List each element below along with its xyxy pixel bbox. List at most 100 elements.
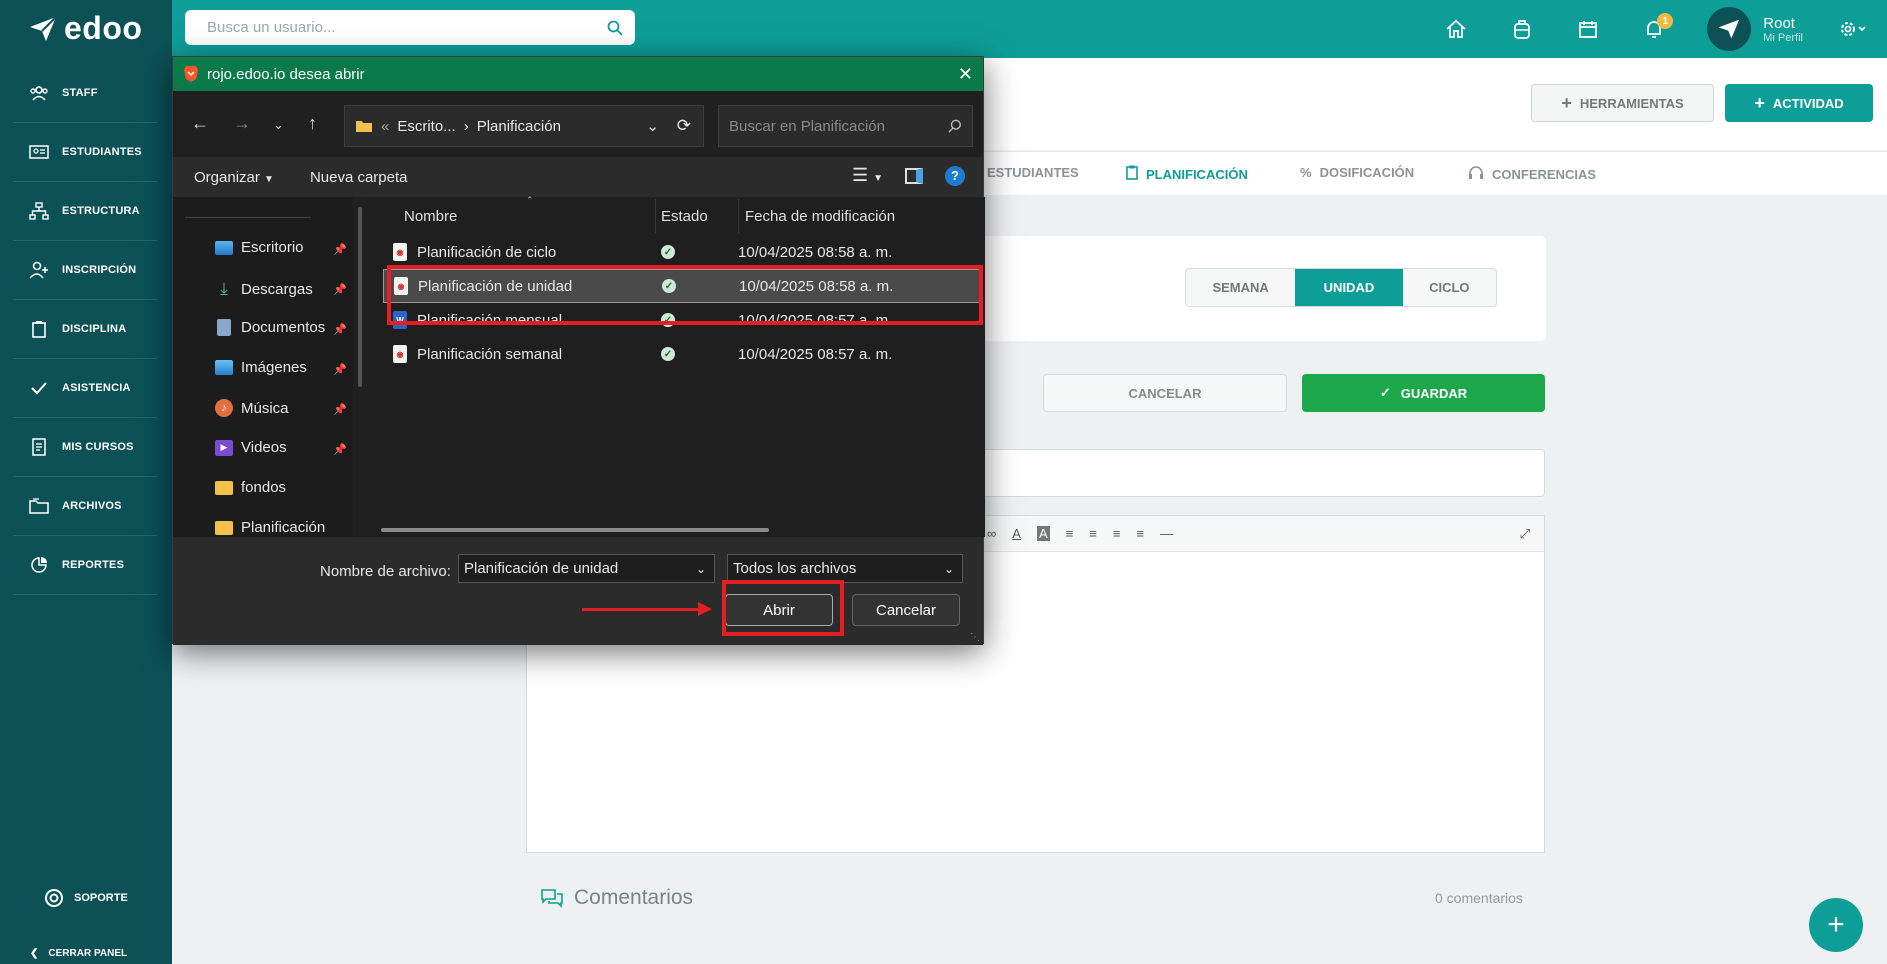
tab-planificacion[interactable]: PLANIFICACIÓN — [1126, 165, 1248, 183]
nav-fondos[interactable]: fondos — [215, 479, 350, 496]
forward-arrow-icon[interactable]: → — [233, 113, 251, 134]
column-state[interactable]: Estado — [661, 197, 708, 235]
chevron-down-icon[interactable]: ⌄ — [273, 117, 284, 133]
horizontal-rule-icon[interactable]: — — [1160, 526, 1173, 541]
pin-icon[interactable]: 📌 — [333, 363, 347, 376]
segment-ciclo[interactable]: CICLO — [1403, 269, 1496, 306]
settings-button[interactable] — [1833, 20, 1873, 38]
tab-label: PLANIFICACIÓN — [1146, 166, 1248, 182]
sidebar-item-estudiantes[interactable]: ESTUDIANTES — [13, 123, 157, 182]
nav-documentos[interactable]: Documentos — [215, 319, 350, 336]
sidebar: edoo STAFF ESTUDIANTES ESTRUCTURA INSCRI… — [0, 0, 172, 964]
align-right-icon[interactable]: ≡ — [1113, 526, 1121, 541]
help-icon[interactable]: ? — [945, 165, 965, 186]
collapse-panel-button[interactable]: ❮ CERRAR PANEL — [30, 948, 127, 959]
segment-unidad[interactable]: UNIDAD — [1295, 269, 1403, 306]
nav-videos[interactable]: ▶ Videos — [215, 439, 350, 456]
calendar-button[interactable] — [1555, 19, 1621, 39]
tab-estudiantes[interactable]: ESTUDIANTES — [987, 165, 1079, 180]
floating-add-button[interactable]: + — [1809, 898, 1863, 952]
sidebar-item-disciplina[interactable]: DISCIPLINA — [13, 300, 157, 359]
divider — [185, 217, 311, 218]
back-arrow-icon[interactable]: ← — [191, 113, 209, 134]
logo[interactable]: edoo — [28, 10, 142, 47]
file-name: Planificación semanal — [417, 345, 563, 363]
pin-icon[interactable]: 📌 — [333, 403, 347, 416]
filetype-select[interactable]: Todos los archivos ⌄ — [727, 554, 963, 583]
tab-dosificacion[interactable]: % DOSIFICACIÓN — [1300, 165, 1414, 180]
add-activity-button[interactable]: + ACTIVIDAD — [1725, 84, 1873, 122]
text-color-icon[interactable]: A — [1012, 526, 1021, 541]
address-bar[interactable]: « Escrito... › Planificación ⌄ ⟳ — [344, 105, 704, 147]
file-row[interactable]: ◉ Planificación semanal ✓ 10/04/2025 08:… — [383, 337, 983, 371]
up-arrow-icon[interactable]: ↑ — [308, 113, 317, 134]
cancel-button[interactable]: CANCELAR — [1043, 374, 1287, 412]
nav-descargas[interactable]: ⤓ Descargas — [215, 279, 350, 299]
column-date[interactable]: Fecha de modificación — [745, 197, 895, 235]
nav-scrollbar[interactable] — [358, 207, 362, 387]
backpack-button[interactable] — [1489, 19, 1555, 39]
nav-escritorio[interactable]: Escritorio — [215, 239, 350, 256]
pin-icon[interactable]: 📌 — [333, 323, 347, 336]
align-center-icon[interactable]: ≡ — [1089, 526, 1097, 541]
video-icon: ▶ — [215, 439, 233, 456]
notifications-button[interactable]: 1 — [1621, 13, 1687, 39]
pin-icon[interactable]: 📌 — [333, 243, 347, 256]
sidebar-item-reportes[interactable]: REPORTES — [13, 536, 157, 595]
sidebar-item-archivos[interactable]: ARCHIVOS — [13, 477, 157, 536]
fullscreen-icon[interactable]: ⤢ — [1520, 526, 1530, 542]
support-link[interactable]: SOPORTE — [44, 888, 128, 908]
align-justify-icon[interactable]: ≡ — [1136, 526, 1144, 541]
dialog-footer: Nombre de archivo: Planificación de unid… — [173, 537, 983, 645]
breadcrumb-current[interactable]: Planificación — [477, 118, 561, 135]
sidebar-item-inscripcion[interactable]: INSCRIPCIÓN — [13, 241, 157, 300]
search-icon — [607, 20, 623, 36]
pin-icon[interactable]: 📌 — [333, 283, 347, 296]
user-search-input[interactable]: Busca un usuario... — [185, 10, 635, 45]
save-button[interactable]: ✓ GUARDAR — [1302, 374, 1545, 412]
nav-musica[interactable]: ♪ Música — [215, 399, 350, 417]
organize-menu[interactable]: Organizar ▼ — [194, 169, 274, 186]
resize-grip-icon[interactable]: ⋱ — [970, 632, 980, 643]
chevron-down-icon[interactable]: ⌄ — [646, 117, 659, 135]
list-view-icon[interactable]: ☰ ▼ — [852, 165, 883, 186]
breadcrumb-parent[interactable]: Escrito... — [397, 118, 455, 135]
folder-search-input[interactable]: Buscar en Planificación — [718, 105, 973, 147]
file-list: ⌃ Nombre Estado Fecha de modificación ◉ … — [369, 195, 985, 537]
tab-conferencias[interactable]: CONFERENCIAS — [1468, 165, 1596, 184]
nav-label: Planificación — [241, 519, 326, 536]
chevron-down-icon[interactable]: ⌄ — [696, 562, 706, 576]
file-date: 10/04/2025 08:57 a. m. — [738, 345, 893, 363]
filename-value: Planificación de unidad — [464, 560, 619, 577]
user-profile[interactable]: Root Mi Perfil — [1707, 7, 1803, 51]
new-folder-button[interactable]: Nueva carpeta — [310, 169, 408, 186]
nav-planificacion[interactable]: Planificación — [215, 519, 350, 536]
user-profile-link[interactable]: Mi Perfil — [1763, 32, 1803, 44]
horizontal-scrollbar[interactable] — [381, 528, 769, 532]
preview-pane-icon[interactable] — [905, 167, 923, 184]
plus-icon: + — [1827, 908, 1845, 941]
refresh-icon[interactable]: ⟳ — [677, 116, 691, 136]
chevron-right-icon: › — [463, 117, 469, 135]
search-placeholder: Buscar en Planificación — [729, 117, 885, 135]
close-icon[interactable]: ✕ — [958, 64, 973, 85]
file-row[interactable]: ◉ Planificación de ciclo ✓ 10/04/2025 08… — [383, 235, 983, 269]
staff-icon — [28, 82, 50, 104]
sidebar-item-mis-cursos[interactable]: MIS CURSOS — [13, 418, 157, 477]
dialog-cancel-button[interactable]: Cancelar — [852, 594, 960, 626]
comments-icon — [541, 889, 563, 908]
column-name[interactable]: Nombre — [404, 197, 457, 235]
nav-imagenes[interactable]: Imágenes — [215, 359, 350, 376]
home-button[interactable] — [1423, 19, 1489, 39]
tools-button[interactable]: + HERRAMIENTAS — [1531, 84, 1714, 122]
highlight-icon[interactable]: A — [1036, 526, 1050, 541]
pin-icon[interactable]: 📌 — [333, 443, 347, 456]
align-left-icon[interactable]: ≡ — [1066, 526, 1074, 541]
segment-semana[interactable]: SEMANA — [1186, 269, 1295, 306]
sidebar-item-asistencia[interactable]: ASISTENCIA — [13, 359, 157, 418]
sidebar-item-staff[interactable]: STAFF — [13, 64, 157, 123]
sidebar-item-estructura[interactable]: ESTRUCTURA — [13, 182, 157, 241]
backpack-icon — [1514, 20, 1531, 39]
link-icon[interactable]: ∞ — [987, 526, 996, 541]
filename-input[interactable]: Planificación de unidad ⌄ — [458, 554, 715, 583]
